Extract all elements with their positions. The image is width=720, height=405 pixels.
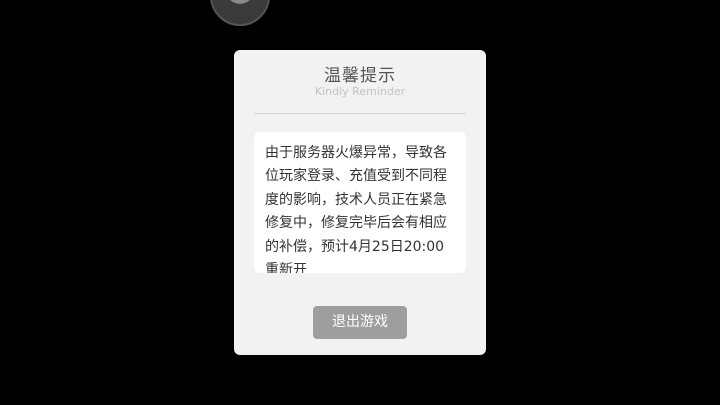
avatar: [210, 0, 270, 26]
message-text: 由于服务器火爆异常，导致各位玩家登录、充值受到不同程度的影响，技术人员正在紧急修…: [254, 132, 466, 273]
dialog-title: 温馨提示: [324, 66, 396, 86]
title-divider: [254, 113, 466, 114]
game-screen: 温馨提示 Kindly Reminder 由于服务器火爆异常，导致各位玩家登录、…: [0, 0, 720, 405]
dialog-subtitle: Kindly Reminder: [314, 85, 406, 98]
exit-game-button[interactable]: 退出游戏: [313, 306, 407, 339]
avatar-face-icon: [226, 0, 254, 4]
